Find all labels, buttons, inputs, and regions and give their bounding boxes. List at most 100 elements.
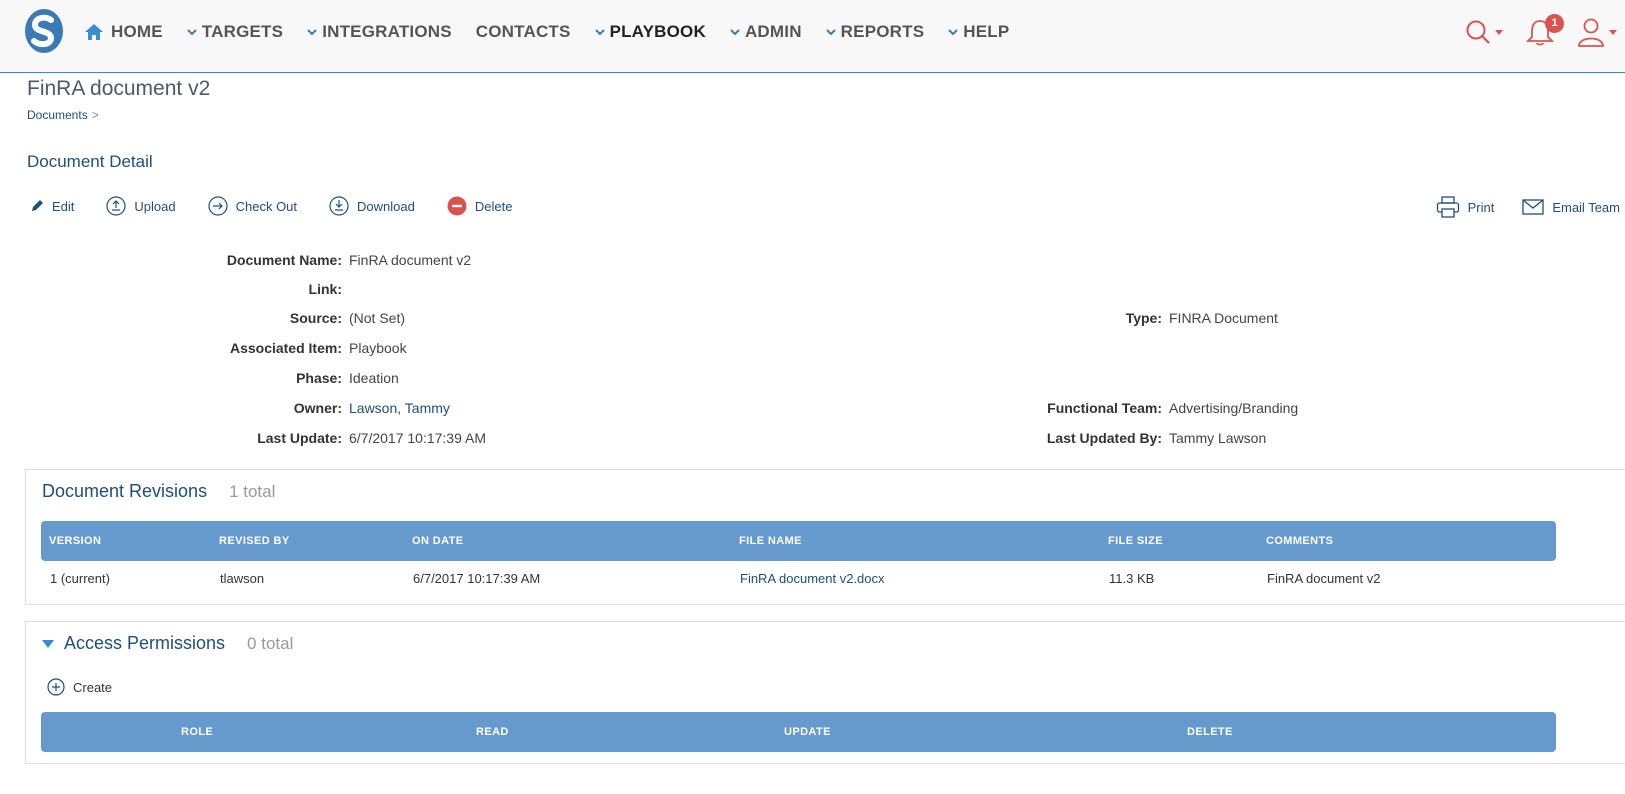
upload-label: Upload <box>134 198 176 214</box>
upload-button[interactable]: Upload <box>106 196 176 216</box>
cell-version: 1 (current) <box>50 571 110 586</box>
phase-row: Phase: Ideation <box>30 370 399 386</box>
printer-icon <box>1436 196 1459 218</box>
breadcrumb-separator: > <box>91 108 99 122</box>
nav-playbook[interactable]: PLAYBOOK <box>594 22 706 42</box>
main-nav: HOME TARGETS INTEGRATIONS CONTACTS PLAYB… <box>84 0 1033 64</box>
nav-playbook-label: PLAYBOOK <box>609 22 706 41</box>
nav-contacts[interactable]: CONTACTS <box>476 22 571 42</box>
col-on-date[interactable]: ON DATE <box>412 521 463 561</box>
permissions-table-header: ROLE READ UPDATE DELETE <box>41 712 1556 752</box>
action-toolbar: Edit Upload Check Out Download Delete <box>30 196 544 216</box>
cell-revised-by: tlawson <box>220 571 265 586</box>
delete-button[interactable]: Delete <box>447 196 513 216</box>
col-read[interactable]: READ <box>476 712 509 752</box>
nav-targets-label: TARGETS <box>201 22 284 41</box>
nav-reports-label: REPORTS <box>840 22 925 41</box>
source-label: Source: <box>289 310 342 326</box>
email-team-label: Email Team <box>1552 199 1620 215</box>
nav-home[interactable]: HOME <box>84 22 163 42</box>
create-permission-button[interactable]: Create <box>47 678 112 696</box>
functional-team-label: Functional Team: <box>1047 400 1162 416</box>
nav-contacts-label: CONTACTS <box>475 22 571 41</box>
user-menu[interactable] <box>1577 17 1617 47</box>
col-comments[interactable]: COMMENTS <box>1266 521 1333 561</box>
nav-help-label: HELP <box>963 22 1010 41</box>
email-team-button[interactable]: Email Team <box>1522 199 1620 215</box>
permissions-title: Access Permissions <box>64 633 226 653</box>
chevron-down-icon <box>948 29 958 36</box>
associated-item-row: Associated Item: Playbook <box>30 340 407 356</box>
permissions-total: 0 total <box>247 634 294 653</box>
nav-targets[interactable]: TARGETS <box>187 22 283 42</box>
document-name-value: FinRA document v2 <box>349 252 472 268</box>
chevron-down-icon <box>730 29 740 36</box>
col-update[interactable]: UPDATE <box>784 712 831 752</box>
logo-icon[interactable] <box>24 8 64 54</box>
breadcrumb: Documents > <box>27 108 99 122</box>
type-value: FINRA Document <box>1169 310 1278 326</box>
chevron-down-icon <box>594 29 605 36</box>
source-value: (Not Set) <box>349 310 406 326</box>
type-row: Type: FINRA Document <box>1000 310 1278 326</box>
chevron-down-icon <box>825 29 836 36</box>
nav-right-tools: 1 <box>1465 12 1625 52</box>
check-out-label: Check Out <box>235 198 298 214</box>
revisions-table-header: VERSION REVISED BY ON DATE FILE NAME FIL… <box>41 521 1556 561</box>
chevron-down-icon <box>307 29 317 36</box>
print-button[interactable]: Print <box>1436 196 1494 218</box>
triangle-down-icon[interactable] <box>42 639 54 648</box>
col-version[interactable]: VERSION <box>49 521 101 561</box>
type-label: Type: <box>1125 310 1162 326</box>
download-icon <box>329 196 349 216</box>
page-title: FinRA document v2 <box>27 77 211 100</box>
nav-integrations[interactable]: INTEGRATIONS <box>307 22 452 42</box>
phase-value: Ideation <box>349 370 399 386</box>
nav-reports[interactable]: REPORTS <box>825 22 925 42</box>
cell-file-name-link[interactable]: FinRA document v2.docx <box>740 571 885 586</box>
plus-circle-icon <box>47 678 65 696</box>
delete-label: Delete <box>474 198 513 214</box>
user-icon <box>1578 18 1604 47</box>
col-revised-by[interactable]: REVISED BY <box>219 521 290 561</box>
search-menu[interactable] <box>1465 19 1503 45</box>
check-out-button[interactable]: Check Out <box>208 196 297 216</box>
document-revisions-panel: Document Revisions 1 total VERSION REVIS… <box>25 469 1625 605</box>
cell-comments: FinRA document v2 <box>1267 571 1381 586</box>
breadcrumb-documents[interactable]: Documents <box>27 108 88 122</box>
permissions-header[interactable]: Access Permissions 0 total <box>42 633 293 654</box>
col-file-size[interactable]: FILE SIZE <box>1108 521 1163 561</box>
revisions-header: Document Revisions 1 total <box>42 481 275 502</box>
notifications-menu[interactable]: 1 <box>1525 14 1564 46</box>
create-label: Create <box>73 679 113 695</box>
document-name-label: Document Name: <box>226 252 342 268</box>
link-label: Link: <box>308 281 342 297</box>
edit-label: Edit <box>52 198 75 214</box>
download-button[interactable]: Download <box>329 196 415 216</box>
col-file-name[interactable]: FILE NAME <box>739 521 802 561</box>
last-updated-by-value: Tammy Lawson <box>1169 430 1267 446</box>
last-update-label: Last Update: <box>257 430 342 446</box>
cell-on-date: 6/7/2017 10:17:39 AM <box>413 571 541 586</box>
source-row: Source: (Not Set) <box>30 310 405 326</box>
last-update-row: Last Update: 6/7/2017 10:17:39 AM <box>30 430 486 446</box>
cell-file-size: 11.3 KB <box>1109 571 1155 586</box>
last-updated-by-label: Last Updated By: <box>1046 430 1162 446</box>
chevron-down-icon <box>187 29 197 36</box>
upload-icon <box>106 196 127 216</box>
owner-row: Owner: Lawson, Tammy <box>30 400 450 416</box>
owner-link[interactable]: Lawson, Tammy <box>349 400 450 416</box>
nav-admin-label: ADMIN <box>744 22 802 41</box>
access-permissions-panel: Access Permissions 0 total Create ROLE R… <box>25 621 1625 764</box>
associated-item-label: Associated Item: <box>229 340 342 356</box>
nav-help[interactable]: HELP <box>948 22 1009 42</box>
last-updated-by-row: Last Updated By: Tammy Lawson <box>1000 430 1266 446</box>
col-role[interactable]: ROLE <box>181 712 213 752</box>
arrow-right-circle-icon <box>208 196 228 216</box>
notification-badge: 1 <box>1545 14 1564 33</box>
section-title: Document Detail <box>27 152 153 171</box>
edit-button[interactable]: Edit <box>30 199 74 214</box>
col-delete[interactable]: DELETE <box>1187 712 1233 752</box>
functional-team-value: Advertising/Branding <box>1169 400 1299 416</box>
nav-admin[interactable]: ADMIN <box>730 22 802 42</box>
